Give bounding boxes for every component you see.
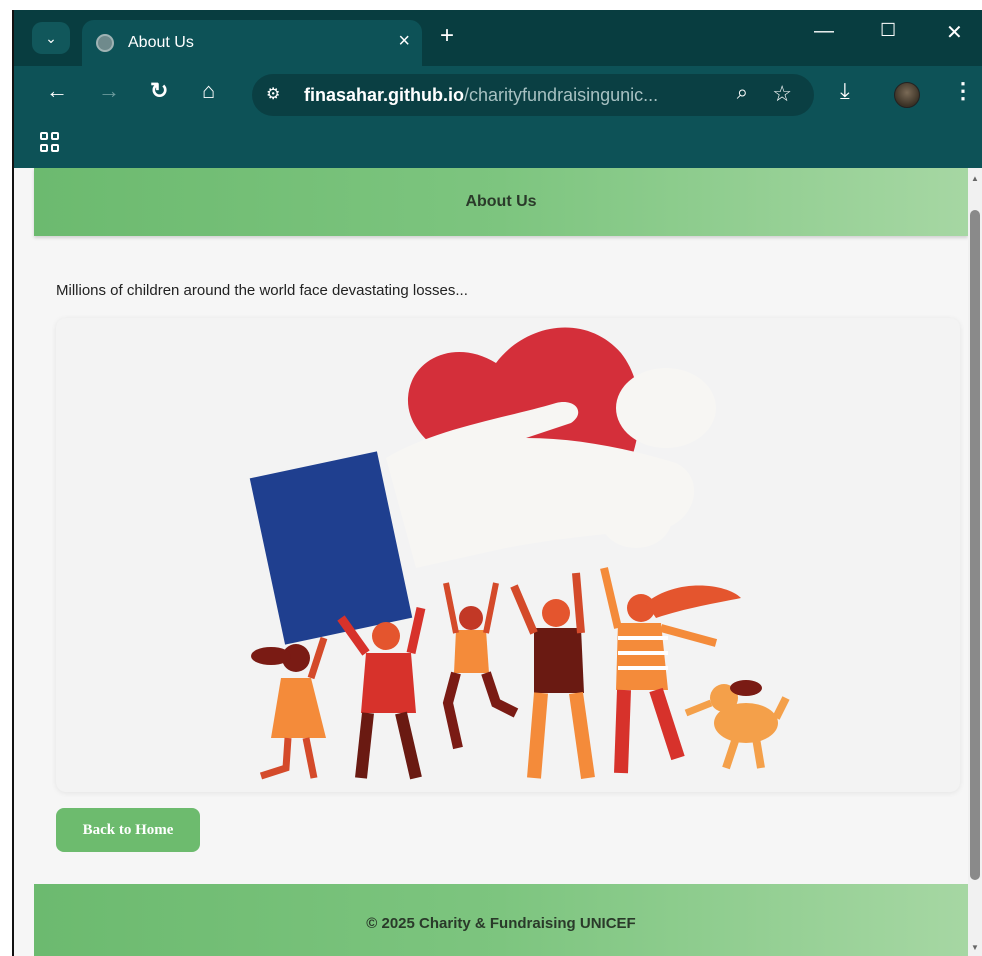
scrollbar-thumb[interactable] <box>970 210 980 880</box>
scroll-up-arrow-icon[interactable]: ▲ <box>971 174 979 183</box>
footer-text: © 2025 Charity & Fundraising UNICEF <box>366 914 636 932</box>
finger-shape <box>600 488 672 548</box>
arrow-right-icon[interactable]: → <box>98 80 120 102</box>
thumb-shape <box>616 368 716 448</box>
chevron-down-icon[interactable]: ⌄ <box>32 22 70 54</box>
close-window-icon[interactable]: ✕ <box>946 20 963 45</box>
page-title: About Us <box>465 193 537 210</box>
scroll-down-arrow-icon[interactable]: ▼ <box>971 943 979 952</box>
page-footer: © 2025 Charity & Fundraising UNICEF <box>34 884 968 956</box>
tune-icon[interactable]: ⚙ <box>266 84 280 104</box>
zoom-icon[interactable]: ⌕ <box>737 82 748 105</box>
avatar[interactable] <box>894 82 920 108</box>
plus-icon[interactable]: + <box>440 22 454 50</box>
tab-about-us[interactable]: About Us × <box>82 20 422 66</box>
intro-text: Millions of children around the world fa… <box>56 282 468 299</box>
page-header: About Us <box>34 168 968 236</box>
minimize-icon[interactable]: — <box>814 20 834 43</box>
browser-chrome: ⌄ About Us × + — ☐ ✕ ← → ↻ ⌂ ⚙ finasahar… <box>14 10 982 168</box>
tab-title: About Us <box>128 34 194 51</box>
bookmarks-bar <box>14 122 982 168</box>
arrow-left-icon[interactable]: ← <box>46 80 68 102</box>
maximize-icon[interactable]: ☐ <box>880 20 896 41</box>
globe-icon <box>96 34 114 52</box>
illustration-card <box>56 318 960 792</box>
close-tab-icon[interactable]: × <box>398 30 410 53</box>
tab-bar: ⌄ About Us × + — ☐ ✕ <box>14 10 982 66</box>
back-to-home-button[interactable]: Back to Home <box>56 808 200 852</box>
home-icon[interactable]: ⌂ <box>202 80 215 102</box>
sleeve-shape <box>249 451 413 645</box>
reload-icon[interactable]: ↻ <box>150 80 168 102</box>
kebab-menu-icon[interactable]: ⋮ <box>952 80 974 102</box>
browser-window: ⌄ About Us × + — ☐ ✕ ← → ↻ ⌂ ⚙ finasahar… <box>12 10 982 956</box>
star-icon[interactable]: ☆ <box>772 81 792 107</box>
vertical-scrollbar[interactable]: ▲ ▼ <box>968 168 982 956</box>
download-icon[interactable]: ⤓ <box>840 80 850 102</box>
url-text[interactable]: finasahar.github.io/charityfundraisingun… <box>304 85 658 106</box>
toolbar: ← → ↻ ⌂ ⚙ finasahar.github.io/charityfun… <box>14 66 982 122</box>
charity-illustration <box>249 327 790 780</box>
address-bar[interactable]: ⚙ finasahar.github.io/charityfundraising… <box>252 74 814 116</box>
apps-grid-icon[interactable] <box>40 132 60 152</box>
page-viewport: About Us Millions of children around the… <box>14 168 982 956</box>
